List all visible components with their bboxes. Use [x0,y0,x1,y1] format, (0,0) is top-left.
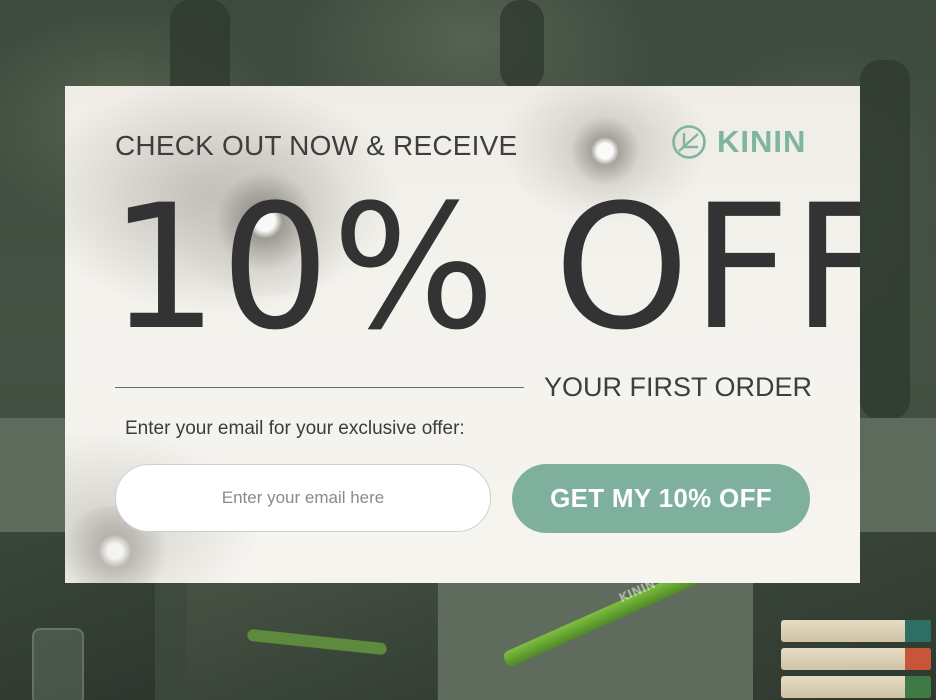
get-discount-button[interactable]: GET MY 10% OFF [512,464,810,533]
bg-pack-image [781,620,931,642]
offer-amount: 10% OFF [109,167,860,368]
promo-popup: CHECK OUT NOW & RECEIVE KININ 10% OFF YO… [65,86,860,583]
bg-tree-trunk [860,60,910,420]
kinin-leaf-circle-icon [671,124,707,160]
bg-pack-image [781,648,931,670]
bg-jar-image [32,628,84,700]
bg-pack-image [781,676,931,698]
brand-name: KININ [717,124,807,159]
bg-vape-pen-image [246,628,388,656]
offer-subheadline: YOUR FIRST ORDER [544,372,813,402]
brand-logo: KININ [671,124,806,160]
email-input[interactable] [115,464,491,532]
bg-tree-trunk [500,0,544,90]
divider-line [115,387,524,388]
promo-headline: CHECK OUT NOW & RECEIVE [115,130,518,161]
email-prompt: Enter your email for your exclusive offe… [125,418,465,439]
